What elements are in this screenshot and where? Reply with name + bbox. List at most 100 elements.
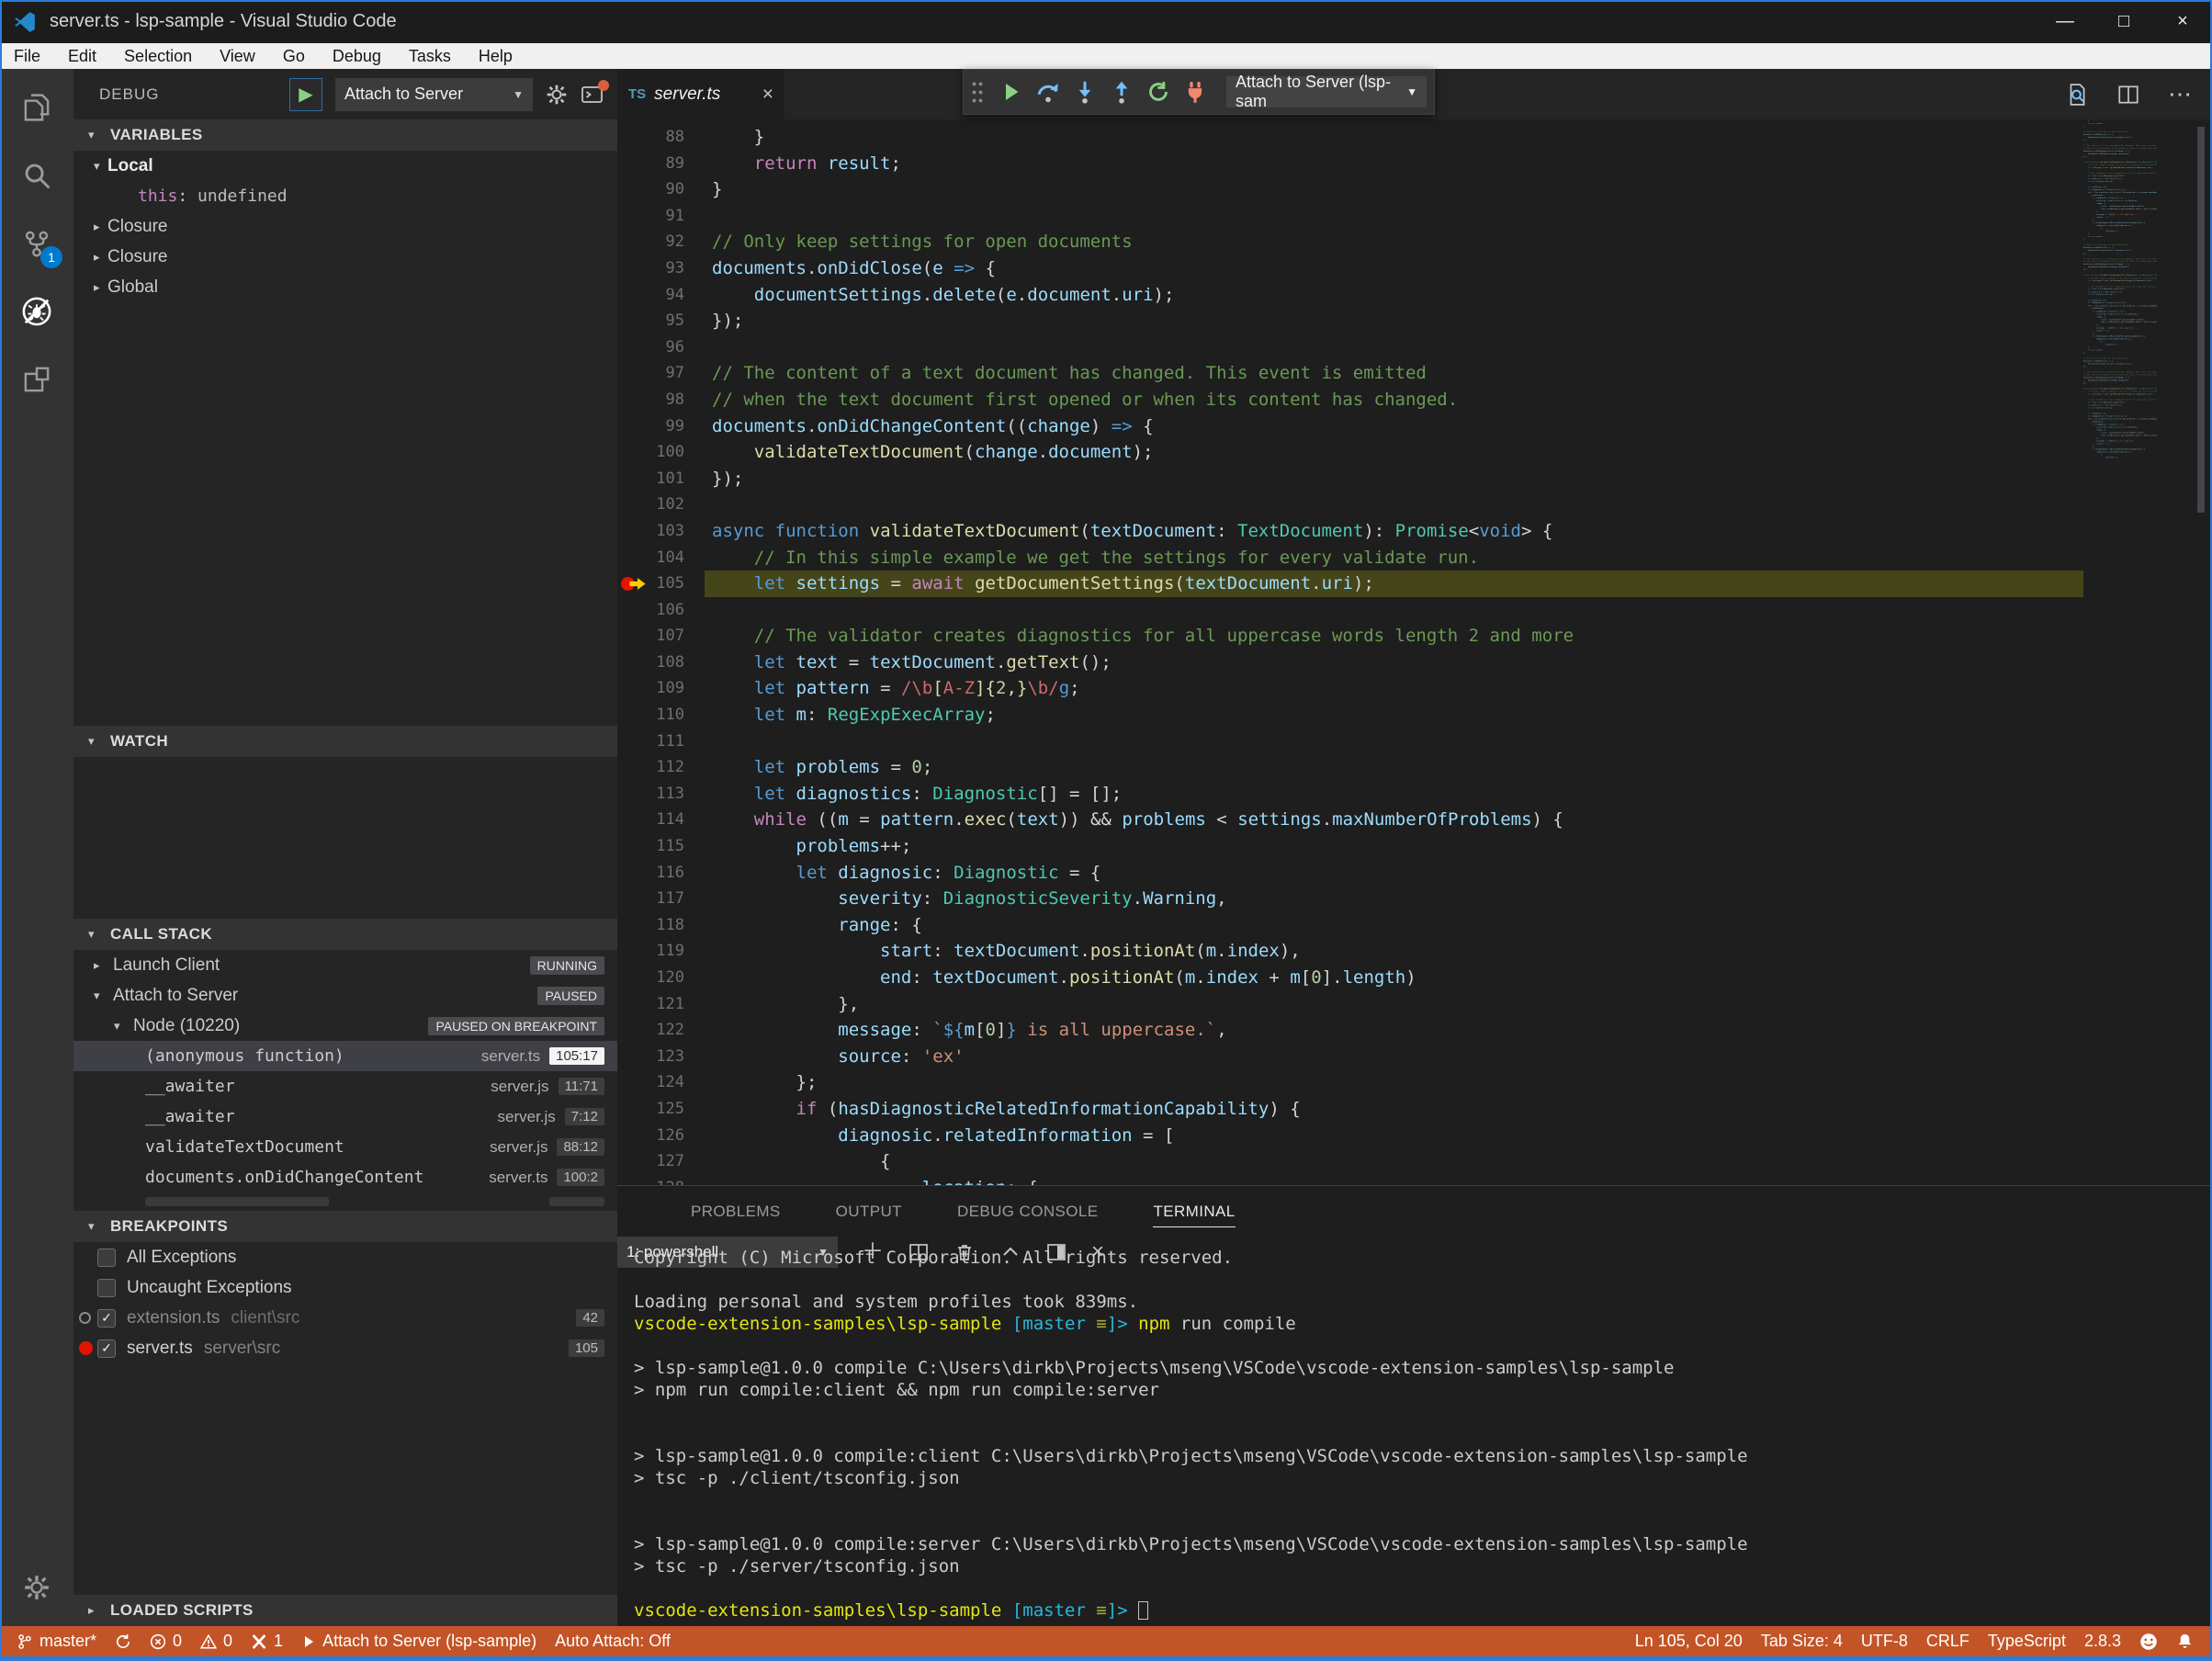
code-line[interactable]: 98 // when the text document first opened… bbox=[617, 387, 2212, 413]
status-auto-attach[interactable]: Auto Attach: Off bbox=[546, 1626, 680, 1656]
line-number[interactable]: 118 bbox=[617, 912, 684, 939]
code-line[interactable]: 111 bbox=[617, 729, 2212, 755]
continue-button[interactable] bbox=[993, 73, 1030, 110]
minimize-button[interactable]: — bbox=[2036, 0, 2094, 43]
variables-scope-closure[interactable]: ▸ Closure bbox=[73, 211, 617, 242]
line-number[interactable]: 90 bbox=[617, 176, 684, 203]
status-encoding[interactable]: UTF-8 bbox=[1852, 1626, 1917, 1656]
code-line[interactable]: 118 range: { bbox=[617, 912, 2212, 939]
line-number[interactable]: 100 bbox=[617, 439, 684, 466]
line-number[interactable]: 106 bbox=[617, 597, 684, 624]
breakpoint-row[interactable]: All Exceptions bbox=[73, 1242, 617, 1272]
code-line[interactable]: 110 let m: RegExpExecArray; bbox=[617, 702, 2212, 729]
code-line[interactable]: 106 bbox=[617, 597, 2212, 624]
menu-help[interactable]: Help bbox=[465, 43, 526, 69]
line-number[interactable]: 98 bbox=[617, 387, 684, 413]
status-notifications[interactable] bbox=[2167, 1626, 2203, 1656]
status-git-branch[interactable]: master* bbox=[7, 1626, 106, 1656]
code-line[interactable]: 117 severity: DiagnosticSeverity.Warning… bbox=[617, 886, 2212, 912]
section-header-variables[interactable]: ▾ VARIABLES bbox=[73, 119, 617, 151]
menu-view[interactable]: View bbox=[206, 43, 269, 69]
code-line[interactable]: 104 // In this simple example we get the… bbox=[617, 545, 2212, 571]
line-number[interactable]: 123 bbox=[617, 1044, 684, 1070]
call-stack-frame[interactable]: __awaiter server.js 7:12 bbox=[73, 1102, 617, 1132]
line-number[interactable]: 116 bbox=[617, 860, 684, 887]
restart-button[interactable] bbox=[1140, 73, 1177, 110]
variables-scope-closure[interactable]: ▸ Closure bbox=[73, 242, 617, 272]
line-number[interactable]: 95 bbox=[617, 308, 684, 334]
code-line[interactable]: 123 source: 'ex' bbox=[617, 1044, 2212, 1070]
activity-source-control[interactable]: 1 bbox=[0, 209, 73, 277]
code-editor[interactable]: 88 } 89 return result; 90} 91 92// Only keep… bbox=[617, 119, 2212, 1185]
code-line[interactable]: 89 return result; bbox=[617, 151, 2212, 177]
status-cursor-position[interactable]: Ln 105, Col 20 bbox=[1626, 1626, 1752, 1656]
status-feedback[interactable] bbox=[2130, 1626, 2167, 1656]
code-line[interactable]: 90} bbox=[617, 176, 2212, 203]
section-header-breakpoints[interactable]: ▾ BREAKPOINTS bbox=[73, 1211, 617, 1242]
line-number[interactable]: 121 bbox=[617, 991, 684, 1018]
call-stack-frame[interactable]: validateTextDocument server.js 88:12 bbox=[73, 1132, 617, 1162]
code-line[interactable]: 125 if (hasDiagnosticRelatedInformationC… bbox=[617, 1096, 2212, 1123]
line-number[interactable]: 107 bbox=[617, 623, 684, 650]
panel-tab-problems[interactable]: PROBLEMS bbox=[691, 1186, 781, 1237]
debug-config-select[interactable]: Attach to Server (lsp-sam ▼ bbox=[1226, 73, 1427, 110]
code-line[interactable]: 114 while ((m = pattern.exec(text)) && p… bbox=[617, 807, 2212, 833]
line-number[interactable]: 125 bbox=[617, 1096, 684, 1123]
breakpoint-row[interactable]: ✓ extension.ts client\src 42 bbox=[73, 1303, 617, 1333]
line-number[interactable]: 109 bbox=[617, 675, 684, 702]
call-stack-frame[interactable]: __awaiter server.js 11:71 bbox=[73, 1071, 617, 1102]
code-line[interactable]: 88 } bbox=[617, 124, 2212, 151]
menu-tasks[interactable]: Tasks bbox=[395, 43, 465, 69]
variable-row[interactable]: this: undefined bbox=[73, 181, 617, 211]
code-line[interactable]: 95}); bbox=[617, 308, 2212, 334]
line-number[interactable]: 128 bbox=[617, 1175, 684, 1185]
activity-debug[interactable] bbox=[0, 277, 73, 345]
call-stack-row[interactable]: ▸ Launch Client RUNNING bbox=[73, 950, 617, 980]
find-in-file-icon[interactable] bbox=[2065, 83, 2089, 107]
breakpoint-checkbox[interactable] bbox=[97, 1278, 116, 1297]
code-line[interactable]: 126 diagnosic.relatedInformation = [ bbox=[617, 1123, 2212, 1149]
line-number[interactable]: 101 bbox=[617, 466, 684, 492]
code-line[interactable]: 91 bbox=[617, 203, 2212, 230]
code-line[interactable]: 115 problems++; bbox=[617, 833, 2212, 860]
split-editor-icon[interactable] bbox=[2116, 83, 2140, 107]
status-errors[interactable]: 0 bbox=[141, 1626, 191, 1656]
code-line[interactable]: 100 validateTextDocument(change.document… bbox=[617, 439, 2212, 466]
code-line[interactable]: 119 start: textDocument.positionAt(m.ind… bbox=[617, 938, 2212, 965]
activity-settings[interactable] bbox=[0, 1560, 73, 1615]
variables-scope-local[interactable]: ▾ Local bbox=[73, 151, 617, 181]
code-line[interactable]: 124 }; bbox=[617, 1069, 2212, 1096]
status-tab-size[interactable]: Tab Size: 4 bbox=[1752, 1626, 1852, 1656]
code-line[interactable]: 96 bbox=[617, 334, 2212, 361]
line-number[interactable]: 104 bbox=[617, 545, 684, 571]
line-number[interactable]: 112 bbox=[617, 754, 684, 781]
line-number[interactable]: 99 bbox=[617, 413, 684, 440]
code-line[interactable]: 128 location: { bbox=[617, 1175, 2212, 1185]
panel-tab-debug-console[interactable]: DEBUG CONSOLE bbox=[957, 1186, 1099, 1237]
debug-console-button[interactable] bbox=[581, 79, 609, 106]
code-line[interactable]: 97 // The content of a text document has … bbox=[617, 360, 2212, 387]
call-stack-row[interactable]: ▾ Node (10220) PAUSED ON BREAKPOINT bbox=[73, 1011, 617, 1041]
menu-debug[interactable]: Debug bbox=[319, 43, 395, 69]
code-line[interactable]: 109 let pattern = /\b[A-Z]{2,}\b/g; bbox=[617, 675, 2212, 702]
line-number[interactable]: 126 bbox=[617, 1123, 684, 1149]
code-line[interactable]: 102 bbox=[617, 492, 2212, 518]
code-line[interactable]: 108 let text = textDocument.getText(); bbox=[617, 650, 2212, 676]
line-number[interactable]: 122 bbox=[617, 1017, 684, 1044]
status-debug-target[interactable]: Attach to Server (lsp-sample) bbox=[292, 1626, 546, 1656]
tab-close-icon[interactable]: × bbox=[762, 84, 773, 106]
menu-edit[interactable]: Edit bbox=[54, 43, 110, 69]
menu-go[interactable]: Go bbox=[269, 43, 319, 69]
line-number[interactable]: 103 bbox=[617, 518, 684, 545]
menu-file[interactable]: File bbox=[0, 43, 54, 69]
section-header-watch[interactable]: ▾ WATCH bbox=[73, 726, 617, 757]
code-line[interactable]: 112 let problems = 0; bbox=[617, 754, 2212, 781]
status-tasks[interactable]: 1 bbox=[242, 1626, 292, 1656]
code-line[interactable]: 122 message: `${m[0]} is all uppercase.`… bbox=[617, 1017, 2212, 1044]
status-warnings[interactable]: 0 bbox=[191, 1626, 242, 1656]
line-number[interactable]: 127 bbox=[617, 1148, 684, 1175]
disconnect-button[interactable] bbox=[1177, 73, 1213, 110]
tab-server-ts[interactable]: TS server.ts × bbox=[617, 69, 784, 119]
panel-tab-output[interactable]: OUTPUT bbox=[836, 1186, 902, 1237]
configure-gear-button[interactable] bbox=[546, 84, 568, 106]
